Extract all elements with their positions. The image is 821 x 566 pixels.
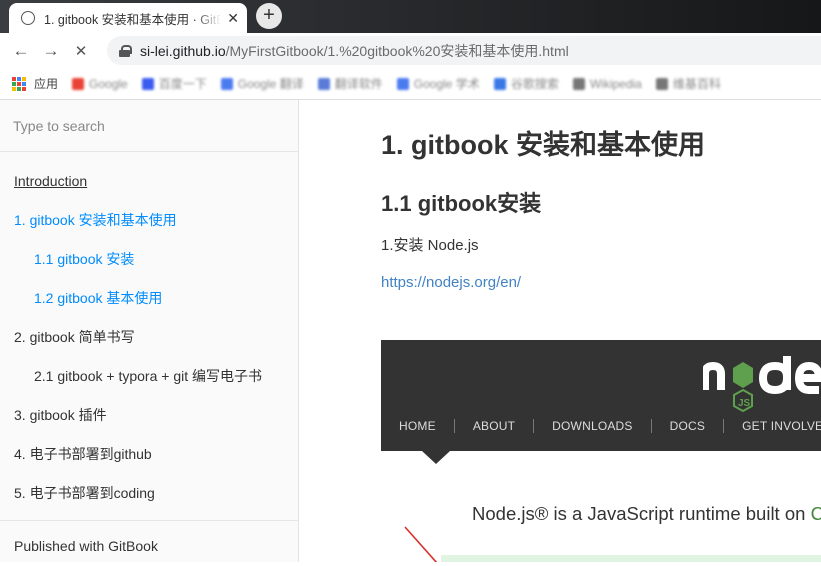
bookmark-label: 维基百科 <box>672 77 721 91</box>
bookmark-label: Wikipedia <box>589 76 642 91</box>
nodejs-nav-about: ABOUT <box>473 419 535 433</box>
url-host: si-lei.github.io <box>140 42 226 59</box>
nodejs-nav-downloads: DOWNLOADS <box>552 419 652 433</box>
summary-item-2-1[interactable]: 2.1 gitbook + typora + git 编写电子书 <box>0 357 298 396</box>
summary-item-1-2[interactable]: 1.2 gitbook 基本使用 <box>0 279 298 318</box>
summary-item-chapter-5[interactable]: 5. 电子书部署到coding <box>0 474 298 513</box>
bookmark-favicon-icon <box>396 77 409 90</box>
markdown-section: 1. gitbook 安装和基本使用 1.1 gitbook安装 1.安装 No… <box>381 100 821 293</box>
bookmark-item[interactable]: Wikipedia <box>572 75 642 92</box>
stop-loading-button[interactable]: ✕ <box>72 42 90 60</box>
nodejs-logo-icon: JS <box>703 356 821 412</box>
forward-button[interactable]: → <box>42 41 60 61</box>
red-annotation-line <box>404 526 438 562</box>
summary-item-chapter-1[interactable]: 1. gitbook 安装和基本使用 <box>0 201 298 240</box>
nodejs-site-screenshot-image: JS HOME ABOUT DOWNLOADS DOCS GET INVOLVE… <box>381 340 821 562</box>
bookmark-item[interactable]: Google 学术 <box>396 75 480 92</box>
bookmarks-bar: 应用 Google 百度一下 Google 翻译 翻译软件 Google 学术 谷歌搜索 W… <box>0 68 821 100</box>
nodejs-body: Node.js® is a JavaScript runtime built o… <box>381 451 821 562</box>
published-with-gitbook-link[interactable]: Published with GitBook <box>0 527 298 566</box>
back-button[interactable]: ← <box>12 41 30 61</box>
nodejs-nav-indicator <box>422 451 450 464</box>
bookmark-favicon-icon <box>572 77 585 90</box>
tab-title: 1. gitbook 安装和基本使用 · GitBook <box>44 12 222 27</box>
gitbook-favicon-icon <box>21 11 35 25</box>
summary-item-chapter-3[interactable]: 3. gitbook 插件 <box>0 396 298 435</box>
nodejs-nav-docs: DOCS <box>670 419 725 433</box>
bookmark-item[interactable]: Google <box>72 75 128 92</box>
section-heading: 1.1 gitbook安装 <box>381 191 542 216</box>
apps-grid-icon[interactable] <box>12 76 26 91</box>
summary-list: Introduction 1. gitbook 安装和基本使用 1.1 gitb… <box>0 152 298 566</box>
nodejs-nav-get-involved: GET INVOLVED <box>742 419 821 433</box>
search-input[interactable]: Type to search <box>0 100 298 152</box>
new-tab-button[interactable]: + <box>256 3 282 29</box>
bookmark-label: 谷歌搜索 <box>510 77 559 91</box>
svg-text:JS: JS <box>738 398 751 409</box>
nodejs-nav: HOME ABOUT DOWNLOADS DOCS GET INVOLVED <box>381 414 821 438</box>
url-path: /MyFirstGitbook/1.%20gitbook%20安装和基本使用.h… <box>225 42 569 59</box>
bookmark-item[interactable]: Google 翻译 <box>220 75 304 92</box>
bookmark-favicon-icon <box>317 77 330 90</box>
bookmark-label: 百度一下 <box>158 77 207 91</box>
summary-item-chapter-4[interactable]: 4. 电子书部署到github <box>0 435 298 474</box>
step-text: 1.安装 Node.js <box>381 237 479 254</box>
nodejs-download-box <box>441 555 821 562</box>
bookmark-favicon-icon <box>141 77 154 90</box>
nodejs-tagline-text: Node.js® is a JavaScript runtime built o… <box>472 503 811 524</box>
bookmark-item[interactable]: 百度一下 <box>141 75 207 92</box>
nodejs-tagline-link: Ch <box>810 503 821 524</box>
address-bar[interactable]: si-lei.github.io /MyFirstGitbook/1.%20gi… <box>107 36 821 65</box>
lock-icon <box>119 44 132 57</box>
bookmark-label: Google 翻译 <box>237 77 304 91</box>
summary-divider <box>0 520 298 521</box>
page-content: 1. gitbook 安装和基本使用 1.1 gitbook安装 1.安装 No… <box>300 100 821 562</box>
browser-tab[interactable]: 1. gitbook 安装和基本使用 · GitBook ✕ <box>9 3 247 33</box>
summary-item-chapter-2[interactable]: 2. gitbook 简单书写 <box>0 318 298 357</box>
bookmark-item[interactable]: 谷歌搜索 <box>493 75 559 92</box>
bookmark-label: Google <box>89 76 128 91</box>
bookmark-favicon-icon <box>655 77 668 90</box>
close-tab-icon[interactable]: ✕ <box>227 10 239 27</box>
browser-toolbar: ← → ✕ si-lei.github.io /MyFirstGitbook/1… <box>0 33 821 68</box>
page-title: 1. gitbook 安装和基本使用 <box>381 130 705 160</box>
browser-tab-strip: 1. gitbook 安装和基本使用 · GitBook ✕ + <box>0 0 821 33</box>
nodejs-link[interactable]: https://nodejs.org/en/ <box>381 274 521 291</box>
nodejs-tagline: Node.js® is a JavaScript runtime built o… <box>472 503 821 525</box>
apps-label[interactable]: 应用 <box>34 75 58 92</box>
summary-item-introduction[interactable]: Introduction <box>0 162 298 201</box>
nodejs-header: JS HOME ABOUT DOWNLOADS DOCS GET INVOLVE… <box>381 340 821 451</box>
summary-item-1-1[interactable]: 1.1 gitbook 安装 <box>0 240 298 279</box>
bookmark-favicon-icon <box>72 77 85 90</box>
bookmark-label: Google 学术 <box>413 77 480 91</box>
bookmark-item[interactable]: 维基百科 <box>655 75 721 92</box>
bookmark-item[interactable]: 翻译软件 <box>317 75 383 92</box>
bookmark-label: 翻译软件 <box>334 77 383 91</box>
bookmark-favicon-icon <box>493 77 506 90</box>
nodejs-nav-home: HOME <box>399 419 455 433</box>
bookmark-favicon-icon <box>220 77 233 90</box>
book-summary-sidebar: Type to search Introduction 1. gitbook 安… <box>0 100 299 562</box>
